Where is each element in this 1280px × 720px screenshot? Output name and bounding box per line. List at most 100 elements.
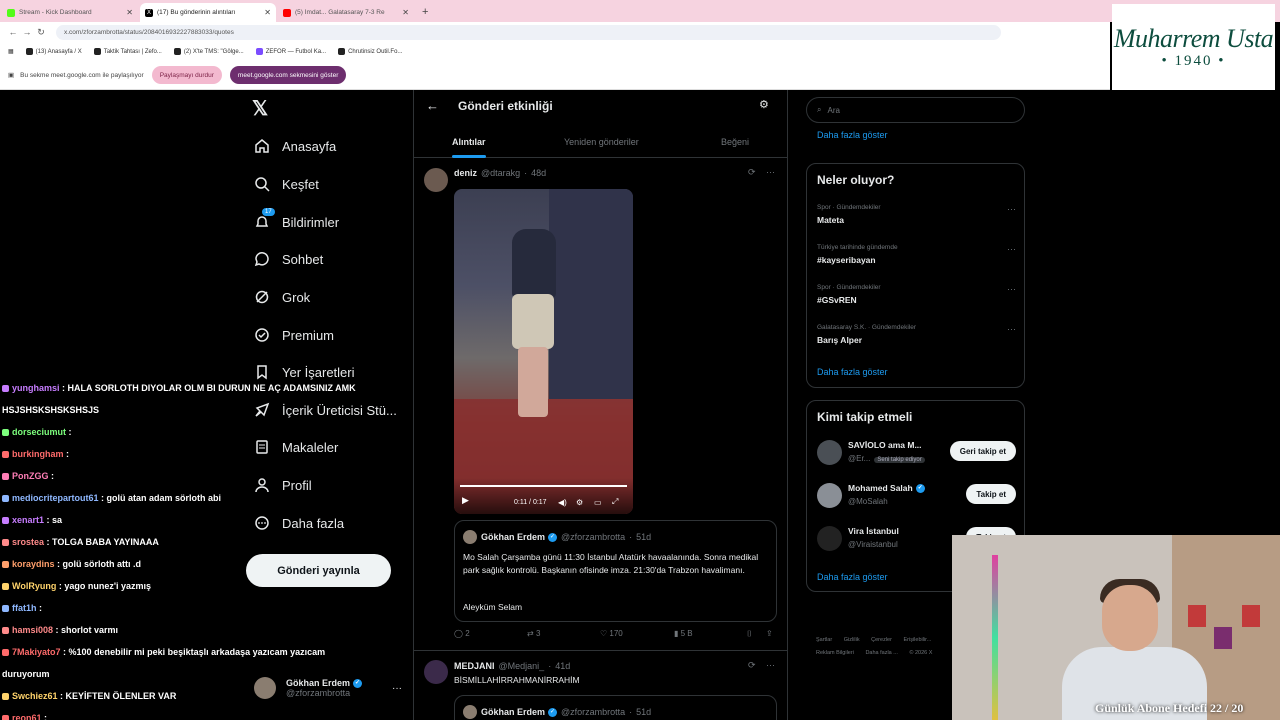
bookmark-item[interactable]: (2) X'te TMS: "Gölge... (173, 48, 244, 55)
play-icon[interactable]: ▶ (462, 495, 469, 506)
trend-item[interactable]: Spor · Gündemdekiler #GSvREN ··· (817, 284, 1016, 305)
share-notice: Bu sekme meet.google.com ile paylaşılıyo… (20, 71, 144, 79)
tab-reposts[interactable]: Yeniden gönderiler (564, 126, 639, 158)
more-dots-icon[interactable]: ··· (392, 683, 402, 694)
premium-icon (254, 327, 270, 343)
trend-item[interactable]: Türkiye tarihinde gündemde #kayseribayan… (817, 244, 1016, 265)
close-tab-icon[interactable]: ✕ (126, 8, 133, 17)
avatar[interactable] (424, 168, 448, 192)
back-icon[interactable]: ← (6, 27, 20, 37)
follow-button[interactable]: Takip et (966, 484, 1016, 504)
post-author-name[interactable]: deniz (454, 168, 477, 178)
tab-likes[interactable]: Beğeni (721, 126, 749, 158)
apps-icon[interactable]: ▦ (8, 48, 14, 55)
browser-tab-x-quotes[interactable]: X (17) Bu gönderinin alıntıları ✕ (140, 3, 276, 22)
bookmark-post-icon[interactable]: ⌷ (747, 629, 752, 639)
more-dots-icon[interactable]: ··· (1007, 244, 1016, 254)
show-more-link[interactable]: Daha fazla göster (817, 572, 888, 582)
chat-text: : shorlot varmı (55, 625, 119, 635)
trend-item[interactable]: Galatasaray S.K. · Gündemdekiler Barış A… (817, 324, 1016, 345)
fullscreen-icon[interactable]: ⤢ (612, 497, 618, 507)
share-post-icon[interactable]: ⇪ (766, 629, 773, 638)
chat-username[interactable]: mediocritepartout61 (12, 493, 99, 503)
footer-link[interactable]: Gizlilik (844, 637, 860, 643)
video-player[interactable]: ▶ 0:11 / 0:17 ◀) ⚙ ▭ ⤢ (454, 189, 633, 514)
show-more-link[interactable]: Daha fazla göster (817, 130, 888, 140)
bookmark-item[interactable]: ZEFOR — Futbol Ka... (255, 48, 326, 55)
search-input[interactable]: ⌕ Ara (806, 97, 1025, 123)
browser-tab-kick[interactable]: Stream - Kick Dashboard ✕ (2, 3, 138, 22)
chat-username[interactable]: reon61 (12, 713, 42, 720)
repost-button[interactable]: ⇄ 3 (527, 629, 540, 638)
close-tab-icon[interactable]: ✕ (402, 8, 409, 17)
bookmark-item[interactable]: Chrutinsiz Outil.Fo... (338, 48, 402, 55)
nav-item-chat[interactable]: Sohbet (254, 246, 323, 272)
chat-username[interactable]: srostea (12, 537, 44, 547)
more-dots-icon[interactable]: ··· (1007, 324, 1016, 334)
more-dots-icon[interactable]: ··· (766, 660, 775, 670)
follow-suggestion[interactable]: SAVİOLO ama M... @Er... Seni takip ediyor… (817, 438, 1016, 468)
reply-button[interactable]: ◯ 2 (454, 629, 470, 638)
chat-badge-icon (2, 605, 9, 612)
follow-suggestion[interactable]: Mohamed Salah ✓ @MoSalah Takip et (817, 481, 1016, 511)
chat-text: : (51, 471, 55, 481)
show-meet-tab-button[interactable]: meet.google.com sekmesini göster (229, 66, 347, 84)
chat-username[interactable]: WolRyung (12, 581, 56, 591)
x-logo-icon[interactable]: 𝕏 (252, 96, 268, 121)
new-tab-button[interactable]: + (422, 6, 428, 18)
trend-category: Türkiye tarihinde gündemde (817, 244, 898, 251)
footer-link[interactable]: Reklam Bilgileri (816, 650, 854, 656)
grok-post-icon[interactable]: ⟳ (748, 660, 756, 670)
chat-badge-icon (2, 693, 9, 700)
quoted-post[interactable]: Gökhan Erdem ✓ @zforzambrotta · 51d Mo S… (454, 520, 777, 622)
quoted-author-handle: @zforzambrotta (561, 707, 626, 717)
chat-username[interactable]: burkingham (12, 449, 64, 459)
forward-icon[interactable]: → (20, 27, 34, 37)
nav-item-home[interactable]: Anasayfa (254, 133, 336, 159)
bookmark-item[interactable]: Taktik Tahtası | Zefo... (93, 48, 162, 55)
views-button[interactable]: ▮ 5 B (674, 629, 693, 638)
chat-username[interactable]: hamsi008 (12, 625, 53, 635)
back-arrow-icon[interactable]: ← (426, 98, 439, 113)
chat-username[interactable]: dorseciumut (12, 427, 66, 437)
more-dots-icon[interactable]: ··· (1007, 204, 1016, 214)
footer-link[interactable]: Daha fazla ... (865, 650, 897, 656)
reload-icon[interactable]: ↻ (34, 27, 48, 38)
pip-icon[interactable]: ▭ (594, 498, 602, 507)
chat-username[interactable]: PonZGG (12, 471, 49, 481)
chat-username[interactable]: koraydins (12, 559, 55, 569)
url-input[interactable]: x.com/zforzambrotta/status/2084016932227… (56, 24, 1001, 40)
close-tab-icon[interactable]: ✕ (264, 8, 271, 17)
volume-icon[interactable]: ◀) (558, 498, 567, 507)
tab-quotes[interactable]: Alıntılar (452, 126, 486, 158)
chat-badge-icon (2, 495, 9, 502)
chat-username[interactable]: yunghamsi (12, 383, 60, 393)
more-dots-icon[interactable]: ··· (766, 167, 775, 177)
show-more-link[interactable]: Daha fazla göster (817, 367, 888, 377)
footer-link[interactable]: Şartlar (816, 637, 832, 643)
quoted-post[interactable]: Gökhan Erdem ✓ @zforzambrotta · 51d (454, 695, 777, 720)
post-author-name[interactable]: MEDJANI (454, 661, 495, 671)
nav-item-grok[interactable]: Grok (254, 284, 310, 310)
chat-username[interactable]: xenart1 (12, 515, 44, 525)
stop-sharing-button[interactable]: Paylaşmayı durdur (151, 66, 222, 84)
footer-link[interactable]: Erişilebilir... (903, 637, 931, 643)
nav-item-explore[interactable]: Keşfet (254, 171, 319, 197)
browser-tab-youtube[interactable]: (5) İmdat... Galatasaray 7-3 Re ✕ (278, 3, 414, 22)
like-button[interactable]: ♡ 170 (600, 629, 623, 638)
follow-back-button[interactable]: Geri takip et (949, 441, 1016, 461)
bookmark-item[interactable]: (13) Anasayfa / X (25, 48, 82, 55)
grok-post-icon[interactable]: ⟳ (748, 167, 756, 177)
chat-username[interactable]: Swchiez61 (12, 691, 58, 701)
footer-link[interactable]: Çerezler (871, 637, 892, 643)
chat-username[interactable]: ffat1h (12, 603, 37, 613)
filter-icon[interactable]: ⚙ (759, 98, 769, 111)
avatar[interactable] (424, 660, 448, 684)
more-dots-icon[interactable]: ··· (1007, 284, 1016, 294)
video-progress-bar[interactable] (460, 485, 627, 487)
settings-icon[interactable]: ⚙ (576, 498, 583, 507)
chat-username[interactable]: 7Makiyato7 (12, 647, 61, 657)
nav-item-notifications[interactable]: 17 Bildirimler (254, 208, 339, 235)
trend-item[interactable]: Spor · Gündemdekiler Mateta ··· (817, 204, 1016, 225)
nav-item-premium[interactable]: Premium (254, 322, 334, 348)
